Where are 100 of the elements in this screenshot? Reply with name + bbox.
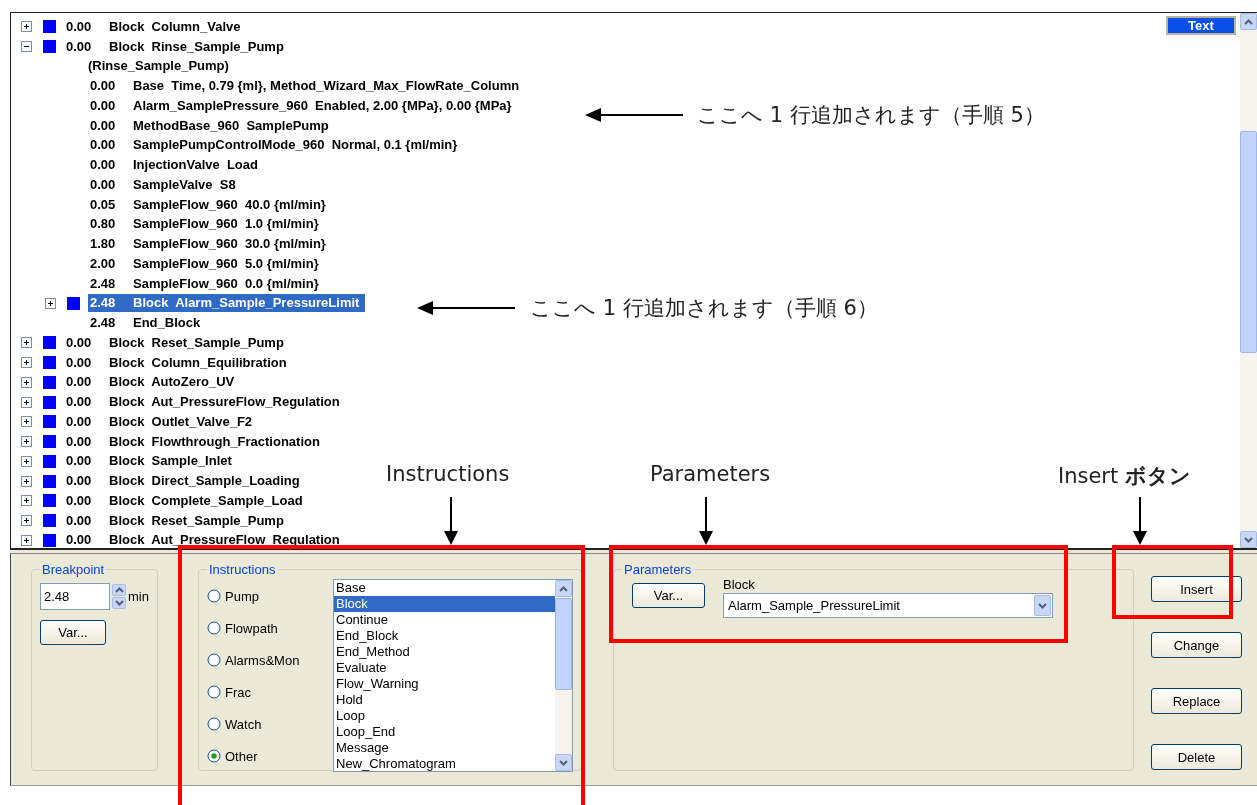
scrollbar-thumb[interactable]	[1240, 131, 1257, 353]
scroll-up-button[interactable]	[1240, 13, 1257, 30]
list-item[interactable]: Continue	[334, 612, 555, 628]
expand-icon[interactable]	[21, 436, 32, 448]
step-text[interactable]: SampleFlow_960 0.0 {ml/min}	[133, 274, 325, 293]
step-time[interactable]: 0.00	[88, 136, 133, 155]
vertical-scrollbar[interactable]	[555, 580, 572, 771]
step-time[interactable]: 0.00	[64, 491, 109, 510]
list-item[interactable]: End_Block	[334, 628, 555, 644]
action-button[interactable]: Replace	[1151, 688, 1242, 714]
spin-up-button[interactable]	[112, 584, 126, 596]
list-item[interactable]: Hold	[334, 692, 555, 708]
step-text[interactable]: End_Block	[133, 314, 207, 333]
scrollbar-thumb[interactable]	[555, 598, 572, 690]
step-time[interactable]: 1.80	[88, 235, 133, 254]
step-text[interactable]: Block Outlet_Valve_F2	[109, 412, 259, 431]
step-time[interactable]: 0.00	[64, 373, 109, 392]
expand-icon[interactable]	[21, 495, 32, 507]
step-text[interactable]: Block Aut_PressureFlow_Regulation	[109, 393, 346, 412]
radio-option[interactable]: Alarms&Mon	[207, 651, 333, 669]
action-button[interactable]: Insert	[1151, 576, 1242, 602]
var-button[interactable]: Var...	[632, 583, 705, 608]
step-text[interactable]: SampleFlow_960 30.0 {ml/min}	[133, 235, 332, 254]
expand-icon[interactable]	[21, 515, 32, 527]
step-time[interactable]: 0.00	[64, 393, 109, 412]
step-text[interactable]: Block Rinse_Sample_Pump	[109, 37, 290, 56]
expand-icon[interactable]	[21, 21, 32, 33]
step-time[interactable]: 0.00	[64, 333, 109, 352]
step-time[interactable]: 2.48	[88, 314, 133, 333]
step-text[interactable]: SampleFlow_960 5.0 {ml/min}	[133, 254, 325, 273]
step-text[interactable]: Block Column_Valve	[109, 17, 247, 36]
list-item[interactable]: Flow_Warning	[334, 676, 555, 692]
step-time[interactable]: 0.05	[88, 195, 133, 214]
text-view-button[interactable]: Text	[1166, 16, 1236, 35]
radio-icon[interactable]	[207, 685, 221, 699]
expand-icon[interactable]	[21, 337, 32, 349]
step-text[interactable]: SampleFlow_960 40.0 {ml/min}	[133, 195, 332, 214]
action-button[interactable]: Delete	[1151, 744, 1242, 770]
step-time[interactable]: 0.80	[88, 215, 133, 234]
breakpoint-field[interactable]: 2.48	[40, 583, 110, 610]
expand-icon[interactable]	[21, 416, 32, 428]
list-item[interactable]: End_Method	[334, 644, 555, 660]
step-time[interactable]: 0.00	[88, 156, 133, 175]
step-time[interactable]: 2.48	[88, 274, 133, 293]
expand-icon[interactable]	[21, 534, 32, 546]
step-text[interactable]: Block Flowthrough_Fractionation	[109, 432, 326, 451]
step-time[interactable]: 0.00	[64, 412, 109, 431]
step-text[interactable]: Block Reset_Sample_Pump	[109, 511, 290, 530]
step-text[interactable]: Block Alarm_Sample_PressureLimit	[133, 294, 366, 313]
step-text[interactable]: (Rinse_Sample_Pump)	[88, 57, 235, 76]
expand-icon[interactable]	[21, 475, 32, 487]
step-text[interactable]: InjectionValve Load	[133, 156, 264, 175]
step-text[interactable]: SampleValve S8	[133, 175, 242, 194]
step-time[interactable]: 0.00	[64, 531, 109, 550]
step-time[interactable]: 2.48	[88, 294, 133, 313]
step-time[interactable]: 0.00	[88, 116, 133, 135]
step-text[interactable]: Block AutoZero_UV	[109, 373, 241, 392]
step-text[interactable]: Block Reset_Sample_Pump	[109, 333, 290, 352]
expand-icon[interactable]	[21, 376, 32, 388]
list-item[interactable]: Base	[334, 580, 555, 596]
step-time[interactable]: 0.00	[64, 353, 109, 372]
step-time[interactable]: 0.00	[64, 17, 109, 36]
step-time[interactable]: 0.00	[64, 37, 109, 56]
step-text[interactable]: Block Aut_PressureFlow_Regulation	[109, 531, 346, 550]
step-text[interactable]: MethodBase_960 SamplePump	[133, 116, 335, 135]
collapse-icon[interactable]	[21, 41, 32, 53]
step-text[interactable]: SamplePumpControlMode_960 Normal, 0.1 {ml/min}	[133, 136, 464, 155]
step-time[interactable]: 0.00	[64, 432, 109, 451]
dropdown-button[interactable]	[1034, 595, 1051, 616]
step-text[interactable]: Block Direct_Sample_Loading	[109, 472, 306, 491]
radio-icon[interactable]	[207, 653, 221, 667]
instruction-list[interactable]: Base Block Continue End_Block End_Method Evaluate Flow_Warning Hold Loop Loop_End Message New_Chromatogram	[333, 579, 573, 772]
scroll-down-button[interactable]	[1240, 531, 1257, 548]
scroll-up-button[interactable]	[555, 580, 572, 597]
step-time[interactable]: 0.00	[88, 96, 133, 115]
step-time[interactable]: 0.00	[64, 472, 109, 491]
vertical-scrollbar[interactable]	[1240, 13, 1257, 548]
radio-option[interactable]: Frac	[207, 683, 333, 701]
radio-icon[interactable]	[207, 621, 221, 635]
action-button[interactable]: Change	[1151, 632, 1242, 658]
radio-icon[interactable]	[207, 717, 221, 731]
spin-down-button[interactable]	[112, 597, 126, 609]
radio-option[interactable]: Flowpath	[207, 619, 333, 637]
step-time[interactable]: 0.00	[88, 175, 133, 194]
list-item[interactable]: Message	[334, 740, 555, 756]
step-time[interactable]: 0.00	[88, 77, 133, 96]
step-text[interactable]: Block Sample_Inlet	[109, 452, 238, 471]
radio-icon[interactable]	[207, 589, 221, 603]
list-item[interactable]: Block	[334, 596, 555, 612]
expand-icon[interactable]	[21, 455, 32, 467]
scroll-down-button[interactable]	[555, 754, 572, 771]
radio-option[interactable]: Other	[207, 747, 333, 765]
radio-option[interactable]: Watch	[207, 715, 333, 733]
radio-option[interactable]: Pump	[207, 587, 333, 605]
step-text[interactable]: Alarm_SamplePressure_960 Enabled, 2.00 {MPa}, 0.00 {MPa}	[133, 96, 518, 115]
expand-icon[interactable]	[21, 357, 32, 369]
block-dropdown[interactable]: Alarm_Sample_PressureLimit	[723, 593, 1053, 618]
step-text[interactable]: Block Column_Equilibration	[109, 353, 293, 372]
list-item[interactable]: New_Chromatogram	[334, 756, 555, 771]
expand-icon[interactable]	[21, 396, 32, 408]
